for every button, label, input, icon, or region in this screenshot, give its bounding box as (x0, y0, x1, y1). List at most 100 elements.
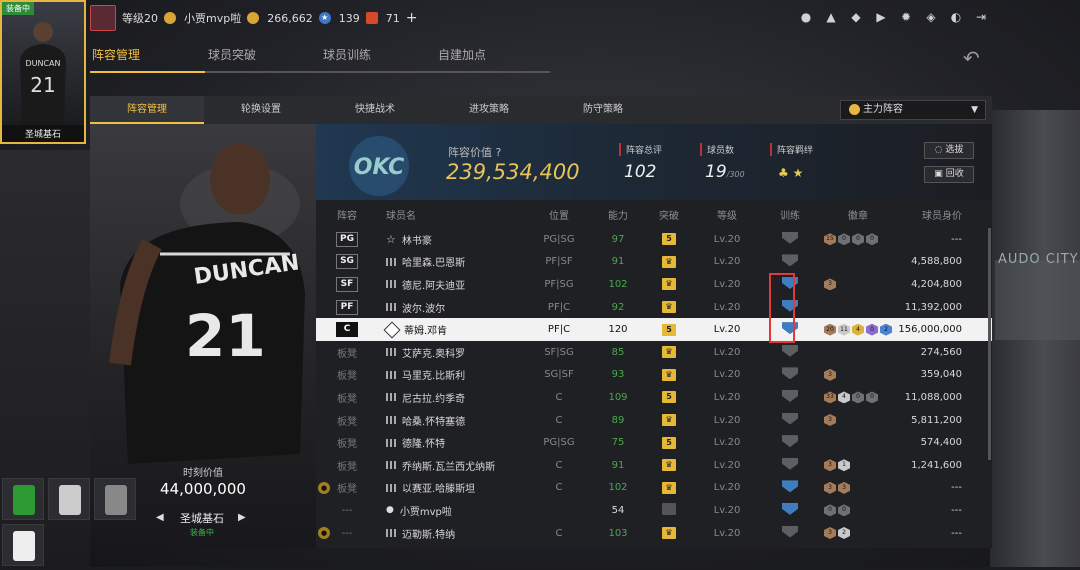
training-icon[interactable] (782, 435, 798, 448)
slot-cell[interactable]: SG (316, 254, 378, 270)
slot-cell[interactable]: 板凳 (316, 345, 378, 360)
tab-custom-points[interactable]: 自建加点 (435, 46, 550, 73)
table-row[interactable]: C 蒂姆.邓肯 PF|C 120 5 Lv.20 20 11 4 0 2 156,000… (316, 318, 992, 341)
scrollbar[interactable] (988, 228, 991, 460)
table-row[interactable]: 板凳 乔纳斯.瓦兰西尤纳斯 C 91 ♛ Lv.20 31 1,241,600 (316, 454, 992, 477)
name-cell[interactable]: ● 小贾mvp啦 (378, 503, 528, 518)
training-icon[interactable] (782, 457, 798, 470)
next-arrow-icon[interactable]: ▶ (238, 512, 246, 523)
name-cell[interactable]: 迈勒斯.特纳 (378, 526, 528, 541)
player-position: C (555, 527, 563, 539)
col-breakthrough: 突破 (659, 210, 679, 222)
name-cell[interactable]: 蒂姆.邓肯 (378, 321, 528, 339)
count-value: 19/300 (700, 162, 745, 182)
slot-cell[interactable]: PF (316, 299, 378, 315)
name-cell[interactable]: 德尼.阿夫迪亚 (378, 277, 528, 292)
recycle-button[interactable]: ▣ 回收 (924, 166, 974, 183)
headset-icon[interactable]: ◐ (949, 10, 963, 24)
name-cell[interactable]: 乔纳斯.瓦兰西尤纳斯 (378, 458, 528, 473)
table-row[interactable]: 板凳 哈桑.怀特塞德 C 89 ♛ Lv.20 3 5,811,200 (316, 409, 992, 432)
shield-icon[interactable]: ◈ (924, 10, 938, 24)
slot-cell[interactable]: 板凳 (316, 458, 378, 473)
slot-cell[interactable]: 板凳 (316, 413, 378, 428)
exit-icon[interactable]: ⇥ (974, 10, 988, 24)
slot-cell[interactable]: 板凳 (316, 435, 378, 450)
slot-cell[interactable]: 板凳 (316, 367, 378, 382)
name-cell[interactable]: 尼古拉.约季奇 (378, 390, 528, 405)
subtab-offense[interactable]: 进攻策略 (432, 96, 546, 124)
name-cell[interactable]: 德隆.怀特 (378, 435, 528, 450)
subtab-defense[interactable]: 防守策略 (546, 96, 660, 124)
slot-cell[interactable]: PG (316, 231, 378, 247)
training-icon[interactable] (782, 389, 798, 402)
bell-icon[interactable]: ▲ (824, 10, 838, 24)
slot-cell[interactable]: 板凳 (316, 390, 378, 405)
slot-cell[interactable]: SF (316, 276, 378, 292)
training-cell (762, 412, 818, 428)
table-row[interactable]: PG ☆ 林书豪 PG|SG 97 5 Lv.20 15 0 0 0 --- (316, 228, 992, 251)
subtab-rotation[interactable]: 轮换设置 (204, 96, 318, 124)
back-arrow-icon[interactable]: ↶ (963, 46, 991, 70)
badge-icon: 2 (838, 527, 850, 540)
gear-icon[interactable]: ✹ (899, 10, 913, 24)
friends-icon[interactable]: ◆ (849, 10, 863, 24)
subtab-quick-tactics[interactable]: 快捷战术 (318, 96, 432, 124)
training-icon[interactable] (782, 412, 798, 425)
training-icon[interactable] (782, 231, 798, 244)
training-icon[interactable] (782, 367, 798, 380)
thumbnail[interactable] (2, 478, 44, 520)
training-icon[interactable] (782, 525, 798, 538)
player-figure-icon: 21 DUNCAN (20, 22, 66, 126)
training-icon[interactable] (782, 480, 798, 493)
help-icon[interactable]: ? (496, 146, 502, 159)
table-row[interactable]: SF 德尼.阿夫迪亚 PF|SG 102 ♛ Lv.20 3 4,204,800 (316, 273, 992, 296)
thumbnail[interactable] (2, 524, 44, 566)
user-icon[interactable]: ● (799, 10, 813, 24)
lineup-select[interactable]: 主力阵容 ▼ (840, 100, 986, 120)
avatar[interactable] (90, 5, 116, 31)
add-currency-button[interactable]: + (406, 10, 418, 26)
table-row[interactable]: SG 哈里森.巴恩斯 PF|SF 91 ♛ Lv.20 4,588,800 (316, 251, 992, 274)
chemistry-icons[interactable]: ♣ ★ (778, 166, 803, 180)
slot-cell[interactable]: C (316, 322, 378, 338)
table-row[interactable]: ● 板凳 以赛亚.哈滕斯坦 C 102 ♛ Lv.20 33 --- (316, 477, 992, 500)
player-level: Lv.20 (713, 233, 741, 245)
badge-icon: 3 (838, 481, 850, 494)
thumbnail[interactable] (48, 478, 90, 520)
player-position: PG|SG (543, 437, 575, 449)
name-cell[interactable]: 艾萨克.奥科罗 (378, 345, 528, 360)
tab-player-breakthrough[interactable]: 球员突破 (205, 46, 320, 73)
name-cell[interactable]: 以赛亚.哈滕斯坦 (378, 480, 528, 495)
training-icon[interactable] (782, 344, 798, 357)
tab-player-training[interactable]: 球员训练 (320, 46, 435, 73)
lineup-value-label-text: 阵容价值 (448, 146, 492, 159)
training-icon[interactable] (782, 502, 798, 515)
player-name: 德隆.怀特 (402, 439, 446, 451)
table-row[interactable]: 板凳 马里克.比斯利 SG|SF 93 ♛ Lv.20 3 359,040 (316, 364, 992, 387)
player-position: PF|C (547, 324, 571, 336)
training-icon[interactable] (782, 254, 798, 267)
name-cell[interactable]: 哈里森.巴恩斯 (378, 254, 528, 269)
table-row[interactable]: ● --- 迈勒斯.特纳 C 103 ♛ Lv.20 32 --- (316, 522, 992, 545)
table-row[interactable]: --- ● 小贾mvp啦 54 Lv.20 00 --- (316, 499, 992, 522)
table-row[interactable]: 板凳 德隆.怀特 PG|SG 75 5 Lv.20 574,400 (316, 431, 992, 454)
player-name: 马里克.比斯利 (402, 371, 466, 383)
name-cell[interactable]: 波尔.波尔 (378, 300, 528, 315)
slot-cell[interactable]: --- (316, 505, 378, 516)
signal-icon (386, 393, 396, 402)
table-row[interactable]: 板凳 尼古拉.约季奇 C 109 5 Lv.20 33 4 0 0 11,088,00… (316, 386, 992, 409)
tab-lineup-management[interactable]: 阵容管理 (90, 46, 205, 73)
name-cell[interactable]: 哈桑.怀特塞德 (378, 413, 528, 428)
player-position: PG|SG (543, 233, 575, 245)
name-cell[interactable]: 马里克.比斯利 (378, 367, 528, 382)
equipped-card[interactable]: 装备中 21 DUNCAN 圣城基石 (0, 0, 86, 144)
table-row[interactable]: 板凳 艾萨克.奥科罗 SF|SG 85 ♛ Lv.20 274,560 (316, 341, 992, 364)
name-cell[interactable]: ☆ 林书豪 (378, 232, 528, 247)
subtab-lineup[interactable]: 阵容管理 (90, 96, 204, 124)
thumbnail[interactable] (94, 478, 136, 520)
breakthrough-cell: ♛ (646, 527, 692, 540)
col-value: 球员身价 (922, 210, 962, 222)
video-icon[interactable]: ▶ (874, 10, 888, 24)
select-button[interactable]: ◌ 选拔 (924, 142, 974, 159)
table-row[interactable]: PF 波尔.波尔 PF|C 92 ♛ Lv.20 11,392,000 (316, 296, 992, 319)
